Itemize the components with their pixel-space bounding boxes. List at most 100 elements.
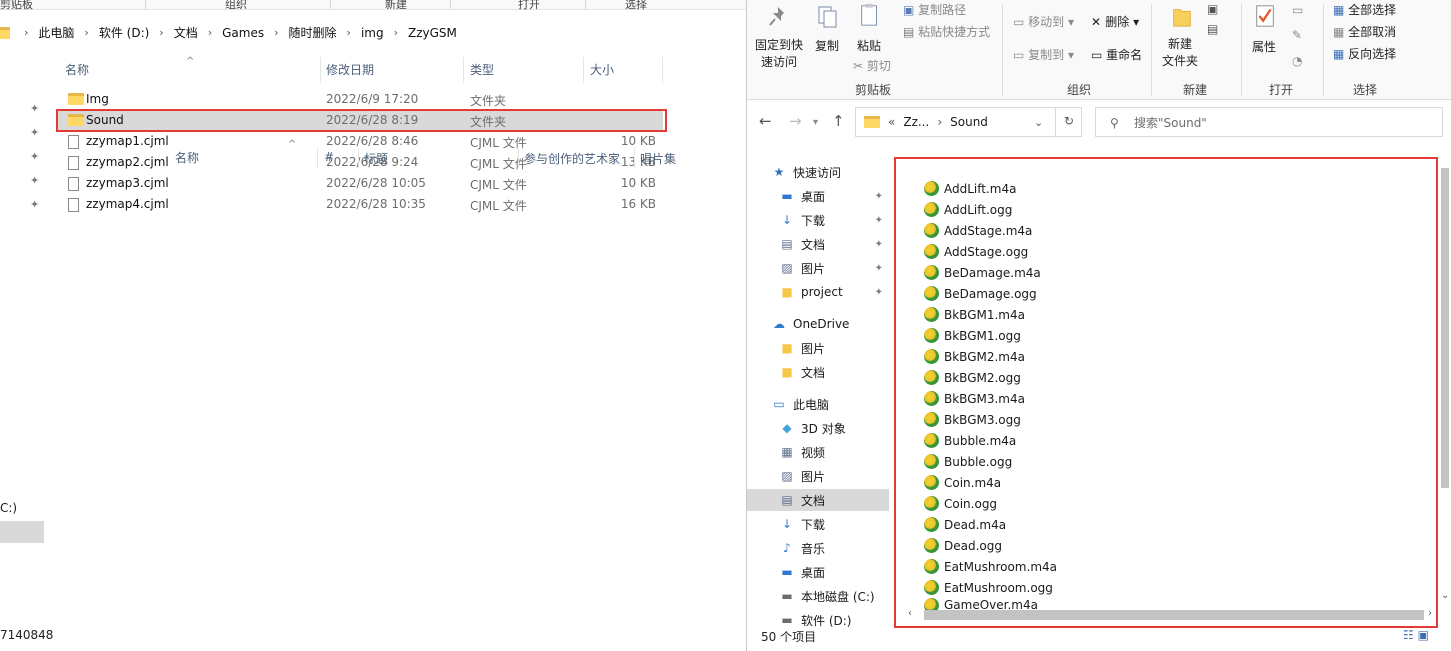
copy-path-button[interactable]: ▣ 复制路径	[903, 1, 966, 18]
breadcrumb-games[interactable]: Games	[222, 26, 264, 40]
nav-item[interactable]: ■ project ✦	[747, 281, 889, 303]
column-number[interactable]: #	[324, 150, 334, 164]
select-none-button[interactable]: ▦ 全部取消	[1333, 23, 1396, 40]
file-row-zzymap3[interactable]: zzymap3.cjml 2022/6/28 10:05 CJML 文件 10 …	[58, 173, 663, 194]
nav-item[interactable]: ■ 图片	[747, 337, 889, 359]
breadcrumb-sound[interactable]: Sound	[950, 115, 988, 129]
large-icons-view-icon[interactable]: ▣	[1418, 628, 1429, 642]
nav-item[interactable]: ■ 文档	[747, 361, 889, 383]
invert-selection-icon: ▦	[1333, 47, 1349, 61]
scroll-right-icon[interactable]: ›	[1428, 608, 1432, 619]
search-input[interactable]: ⚲ 搜索"Sound"	[1095, 107, 1443, 137]
move-to-button[interactable]: ▭ 移动到 ▾	[1013, 13, 1074, 30]
up-arrow-icon[interactable]: ↑	[832, 112, 845, 130]
picture-icon: ▨	[781, 469, 793, 483]
nav-item[interactable]: ▨ 图片 ✦	[747, 257, 889, 279]
overflow-icon[interactable]: «	[888, 115, 895, 129]
new-folder-button[interactable]: 新建 文件夹	[1162, 36, 1198, 70]
scroll-left-icon[interactable]: ‹	[908, 608, 912, 619]
scrollbar-thumb[interactable]	[1441, 168, 1449, 488]
column-artist[interactable]: 参与创作的艺术家	[524, 150, 620, 167]
refresh-icon[interactable]: ↻	[1055, 107, 1082, 137]
pin-icon[interactable]: ✦	[875, 239, 883, 250]
delete-x-icon: ✕	[1091, 15, 1106, 29]
nav-item[interactable]: ▤ 文档 ✦	[747, 233, 889, 255]
paste-button[interactable]: 粘贴	[857, 37, 881, 54]
invert-selection-button[interactable]: ▦ 反向选择	[1333, 45, 1396, 62]
nav-item[interactable]: ☁ OneDrive	[747, 313, 889, 335]
pin-icon[interactable]: ✦	[875, 263, 883, 274]
breadcrumb-drive-d[interactable]: 软件 (D:)	[99, 24, 149, 41]
chevron-right-icon: ›	[274, 26, 279, 39]
left-address-bar[interactable]: › 此电脑 › 软件 (D:) › 文档 › Games › 随时删除 › im…	[0, 19, 746, 46]
pin-quick-access-button[interactable]: 固定到快 速访问	[755, 37, 803, 71]
breadcrumb-img[interactable]: img	[361, 26, 384, 40]
paste-shortcut-button[interactable]: ▤ 粘贴快捷方式	[903, 23, 990, 40]
pin-icon[interactable]: ✦	[875, 215, 883, 226]
copy-button[interactable]: 复制	[815, 37, 839, 54]
column-size[interactable]: 大小	[590, 57, 614, 83]
nav-item[interactable]: ↓ 下载	[747, 513, 889, 535]
history-icon[interactable]: ◔	[1292, 54, 1302, 68]
file-row-img[interactable]: Img 2022/6/9 17:20 文件夹	[58, 89, 663, 110]
nav-item[interactable]: ▨ 图片	[747, 465, 889, 487]
scroll-down-icon[interactable]: ⌄	[1441, 590, 1449, 601]
recent-chevron-icon[interactable]: ▾	[813, 117, 818, 128]
horizontal-scrollbar[interactable]: ‹ ›	[908, 608, 1432, 622]
pin-icon[interactable]: ✦	[875, 287, 883, 298]
address-bar[interactable]: « Zz... › Sound ⌄	[855, 107, 1082, 137]
scrollbar-thumb[interactable]	[924, 610, 1424, 620]
nav-item[interactable]: ↓ 下载 ✦	[747, 209, 889, 231]
column-name[interactable]: 名称	[65, 57, 89, 83]
folder-icon: ■	[781, 341, 793, 355]
column-album[interactable]: 唱片集	[640, 150, 676, 167]
easy-access-icon[interactable]: ▤	[1207, 22, 1218, 36]
nav-item[interactable]: ▦ 视频	[747, 441, 889, 463]
file-row-zzymap4[interactable]: zzymap4.cjml 2022/6/28 10:35 CJML 文件 16 …	[58, 194, 663, 215]
chevron-down-icon[interactable]: ⌄	[1034, 116, 1043, 129]
nav-item[interactable]: ▭ 此电脑	[747, 393, 889, 415]
nav-item[interactable]: ♪ 音乐	[747, 537, 889, 559]
new-item-icon[interactable]: ▣	[1207, 2, 1218, 16]
nav-item[interactable]: ◆ 3D 对象	[747, 417, 889, 439]
nav-item-label: 下载	[801, 517, 826, 532]
file-type: CJML 文件	[470, 178, 527, 192]
breadcrumb-documents[interactable]: 文档	[174, 24, 198, 41]
paste-shortcut-label: 粘贴快捷方式	[918, 25, 991, 39]
nav-item[interactable]: ▬ 桌面 ✦	[747, 185, 889, 207]
copy-to-button[interactable]: ▭ 复制到 ▾	[1013, 46, 1074, 63]
column-type[interactable]: 类型	[470, 57, 494, 83]
nav-item[interactable]: ▬ 本地磁盘 (C:)	[747, 585, 889, 607]
forward-arrow-icon[interactable]: →	[789, 112, 802, 130]
nav-selected-item[interactable]	[0, 521, 44, 543]
nav-item[interactable]: ▤ 文档	[747, 489, 889, 511]
view-toggle[interactable]: ☷ ▣	[1403, 628, 1429, 642]
ribbon-group-open: 打开	[1269, 83, 1294, 97]
column-title[interactable]: 标题	[364, 150, 388, 167]
back-arrow-icon[interactable]: ←	[759, 112, 772, 130]
cut-button[interactable]: ✂ 剪切	[853, 57, 891, 74]
breadcrumb-this-pc[interactable]: 此电脑	[38, 24, 74, 41]
nav-item[interactable]: ★ 快速访问	[747, 161, 889, 183]
delete-button[interactable]: ✕ 删除 ▾	[1091, 13, 1139, 30]
file-date: 2022/6/28 8:46	[326, 134, 419, 148]
rename-button[interactable]: ▭ 重命名	[1091, 46, 1142, 63]
open-icon[interactable]: ▭	[1292, 3, 1303, 17]
details-view-icon[interactable]: ☷	[1403, 628, 1414, 642]
nav-drive-c-partial[interactable]: C:)	[0, 501, 17, 515]
column-name[interactable]: 名称	[175, 149, 199, 166]
edit-icon[interactable]: ✎	[1292, 28, 1302, 42]
chevron-right-icon: ›	[159, 26, 164, 39]
column-date[interactable]: 修改日期	[326, 57, 374, 83]
pin-icon[interactable]: ✦	[875, 191, 883, 202]
file-name: zzymap4.cjml	[86, 197, 169, 211]
nav-item[interactable]: ▬ 桌面	[747, 561, 889, 583]
properties-button[interactable]: 属性	[1252, 38, 1276, 55]
folder-icon	[0, 26, 10, 39]
breadcrumb-zzygsm[interactable]: ZzyGSM	[408, 26, 457, 40]
folder-icon: ■	[781, 365, 793, 379]
breadcrumb-zzygsm[interactable]: Zz...	[903, 115, 929, 129]
vertical-scrollbar[interactable]: ⌄	[1439, 150, 1451, 605]
select-all-button[interactable]: ▦ 全部选择	[1333, 1, 1396, 18]
breadcrumb-temp-delete[interactable]: 随时删除	[289, 24, 337, 41]
